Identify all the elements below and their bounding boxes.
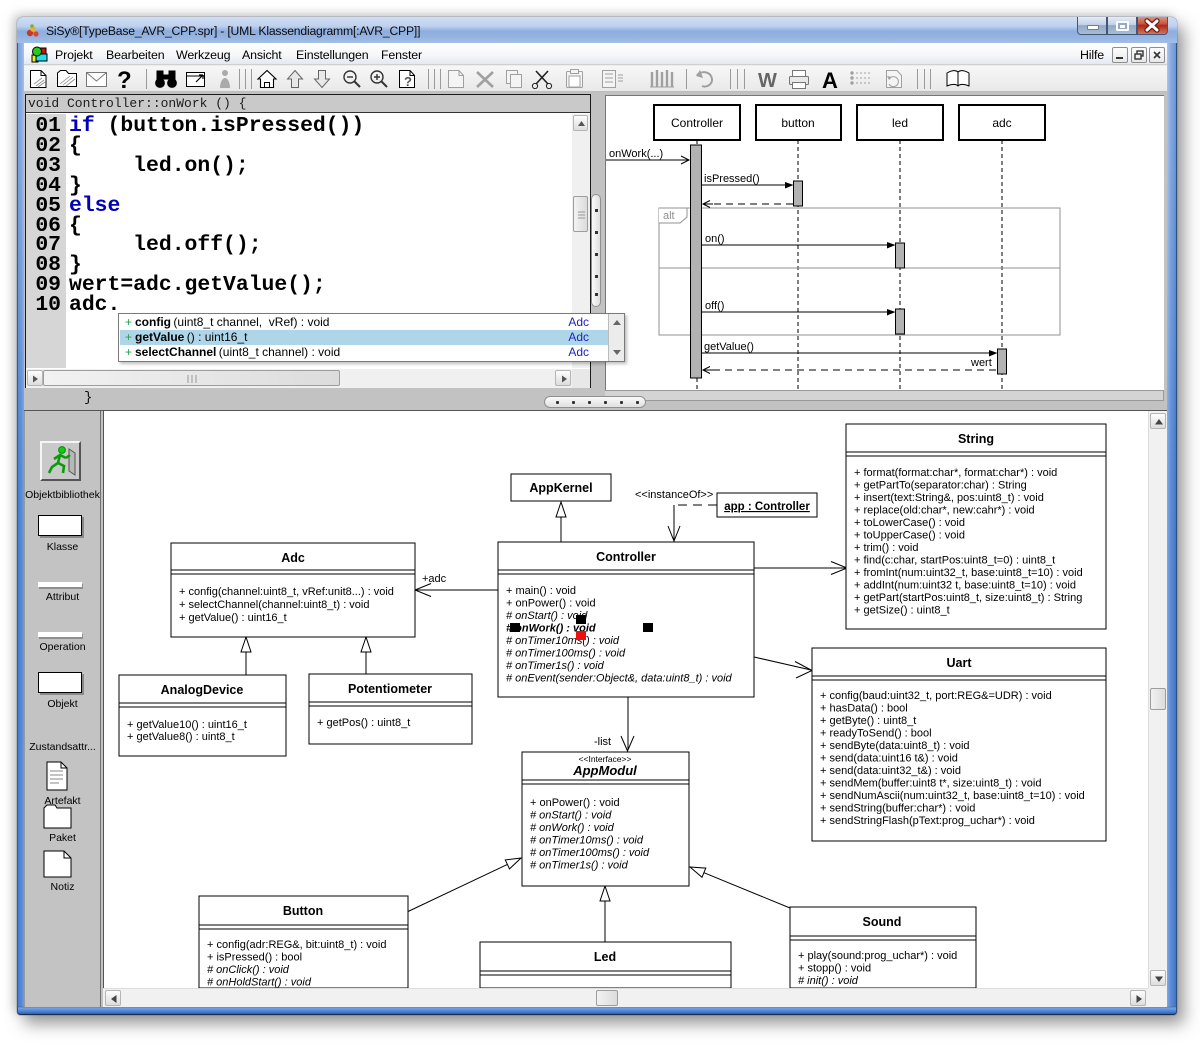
svg-text:# onStart() : void: # onStart() : void <box>506 610 588 622</box>
svg-text:Sound: Sound <box>863 915 902 929</box>
svg-text:+ send(data:uint16 t&) : void: + send(data:uint16 t&) : void <box>820 753 958 765</box>
svg-text:alt: alt <box>663 210 675 222</box>
svg-text:+ getValue10() : uint16_t: + getValue10() : uint16_t <box>127 719 247 731</box>
svg-text:+ stopp() : void: + stopp() : void <box>798 963 871 975</box>
svg-text:+ getValue() : uint16_t: + getValue() : uint16_t <box>179 612 287 624</box>
svg-text:wert: wert <box>970 357 992 369</box>
svg-text:onWork(...): onWork(...) <box>609 148 663 160</box>
svg-text:String: String <box>958 432 994 446</box>
svg-text:<<instanceOf>>: <<instanceOf>> <box>635 489 713 501</box>
svg-text:getValue(): getValue() <box>704 341 754 353</box>
svg-text:# init() : void: # init() : void <box>798 975 859 987</box>
svg-text:+ getPart(startPos:uint8_t, si: + getPart(startPos:uint8_t, size:uint8_t… <box>854 592 1082 604</box>
svg-text:+ fromInt(num:uint32_t, base:u: + fromInt(num:uint32_t, base:uint8_t=10)… <box>854 567 1083 579</box>
svg-text:AppKernel: AppKernel <box>529 481 592 495</box>
svg-text:on(): on() <box>705 233 725 245</box>
svg-text:+ getByte() : uint8_t: + getByte() : uint8_t <box>820 715 916 727</box>
svg-text:?: ? <box>117 67 132 92</box>
svg-text:+ sendByte(data:uint8_t) : voi: + sendByte(data:uint8_t) : void <box>820 740 970 752</box>
svg-text:# onClick() : void: # onClick() : void <box>207 964 290 976</box>
svg-text:+ toLowerCase() : void: + toLowerCase() : void <box>854 517 965 529</box>
svg-text:off(): off() <box>705 300 724 312</box>
svg-text:# onTimer10ms() : void: # onTimer10ms() : void <box>530 835 644 847</box>
svg-text:+ find(c:char, startPos:uint8_: + find(c:char, startPos:uint8_t=0) : uin… <box>854 555 1055 567</box>
svg-text:+ addInt(num:uint32 t, base:u: + addInt(num:uint32 t, base:uint8_t=10) … <box>854 580 1076 592</box>
svg-text:Controller: Controller <box>596 550 656 564</box>
svg-text:Potentiometer: Potentiometer <box>348 682 432 696</box>
svg-text:isPressed(): isPressed() <box>704 173 760 185</box>
svg-text:# onTimer1s() : void: # onTimer1s() : void <box>530 860 629 872</box>
svg-text:+ play(sound:prog_uchar*) : vo: + play(sound:prog_uchar*) : void <box>798 950 957 962</box>
svg-text:+ getValue8() : uint8_t: + getValue8() : uint8_t <box>127 731 235 743</box>
svg-text:+ replace(old:char*, new:cahr*: + replace(old:char*, new:cahr*) : void <box>854 505 1035 517</box>
svg-text:+ isPressed() : bool: + isPressed() : bool <box>207 952 302 964</box>
svg-text:+ config(adr:REG&, bit:uint8_t: + config(adr:REG&, bit:uint8_t) : void <box>207 939 386 951</box>
svg-text:+ config(baud:uint32_t, port:R: + config(baud:uint32_t, port:REG&=UDR) :… <box>820 690 1052 702</box>
svg-text:+ sendNumAscii(num:uint32_t, b: + sendNumAscii(num:uint32_t, base:uint8_… <box>820 790 1085 802</box>
svg-text:# onHoldStart() : void: # onHoldStart() : void <box>207 977 312 989</box>
svg-text:+ readyToSend() : bool: + readyToSend() : bool <box>820 728 932 740</box>
svg-text:Button: Button <box>283 904 323 918</box>
svg-text:Adc: Adc <box>281 551 305 565</box>
svg-text:+ onPower() : void: + onPower() : void <box>506 598 596 610</box>
svg-text:Controller: Controller <box>671 116 723 130</box>
svg-text:-list: -list <box>594 736 611 748</box>
svg-text:+ getPartTo(separator:char) :: + getPartTo(separator:char) : String <box>854 480 1027 492</box>
svg-text:# onWork() : void: # onWork() : void <box>530 822 615 834</box>
svg-text:+ getPos() : uint8_t: + getPos() : uint8_t <box>317 717 410 729</box>
svg-text:+ selectChannel(channel:uint8_: + selectChannel(channel:uint8_t) : void <box>179 599 369 611</box>
svg-text:+ hasData() : bool: + hasData() : bool <box>820 703 908 715</box>
svg-text:# onEvent(sender:Object&, data: # onEvent(sender:Object&, data:uint8_t) … <box>506 673 733 685</box>
svg-text:+ main() : void: + main() : void <box>506 585 576 597</box>
svg-text:+ trim() : void: + trim() : void <box>854 542 918 554</box>
svg-text:# onTimer1s() : void: # onTimer1s() : void <box>506 660 605 672</box>
svg-text:+ getSize() : uint8_t: + getSize() : uint8_t <box>854 605 950 617</box>
svg-text:adc: adc <box>992 116 1011 130</box>
svg-text:+ insert(text:String&, pos:uin: + insert(text:String&, pos:uint8_t) : vo… <box>854 492 1044 504</box>
svg-text:# onTimer10ms() : void: # onTimer10ms() : void <box>506 635 620 647</box>
svg-text:AnalogDevice: AnalogDevice <box>161 683 244 697</box>
svg-text:+ sendMem(buffer:uint8 t*, si: + sendMem(buffer:uint8 t*, size:uint8_t)… <box>820 778 1041 790</box>
svg-text:W: W <box>758 70 777 92</box>
svg-text:+ toUpperCase() : void: + toUpperCase() : void <box>854 530 965 542</box>
svg-text:Led: Led <box>594 950 616 964</box>
svg-text:+ format(format:char*, format:: + format(format:char*, format:char*) : v… <box>854 467 1057 479</box>
svg-text:+ sendStringFlash(pText:prog_u: + sendStringFlash(pText:prog_uchar*) : v… <box>820 815 1035 827</box>
svg-text:+ onPower() : void: + onPower() : void <box>530 797 620 809</box>
svg-text:+ sendString(buffer:char*) : v: + sendString(buffer:char*) : void <box>820 803 975 815</box>
svg-text:<<Interface>>: <<Interface>> <box>579 754 632 764</box>
svg-text:?: ? <box>404 74 412 89</box>
svg-text:button: button <box>781 116 814 130</box>
svg-text:led: led <box>892 116 908 130</box>
svg-text:# onTimer100ms() : void: # onTimer100ms() : void <box>530 847 650 859</box>
svg-text:# onTimer100ms() : void: # onTimer100ms() : void <box>506 648 626 660</box>
svg-text:Uart: Uart <box>946 656 972 670</box>
svg-text:AppModul: AppModul <box>572 763 637 778</box>
svg-text:# onStart() : void: # onStart() : void <box>530 810 612 822</box>
svg-text:+ send(data:uint32_t&) : void: + send(data:uint32_t&) : void <box>820 765 961 777</box>
svg-text:+ config(channel:uint8_t, vRef: + config(channel:uint8_t, vRef:unit8...)… <box>179 586 394 598</box>
svg-text:+adc: +adc <box>422 573 447 585</box>
svg-text:app : Controller: app : Controller <box>724 501 810 513</box>
svg-text:A: A <box>822 68 838 92</box>
